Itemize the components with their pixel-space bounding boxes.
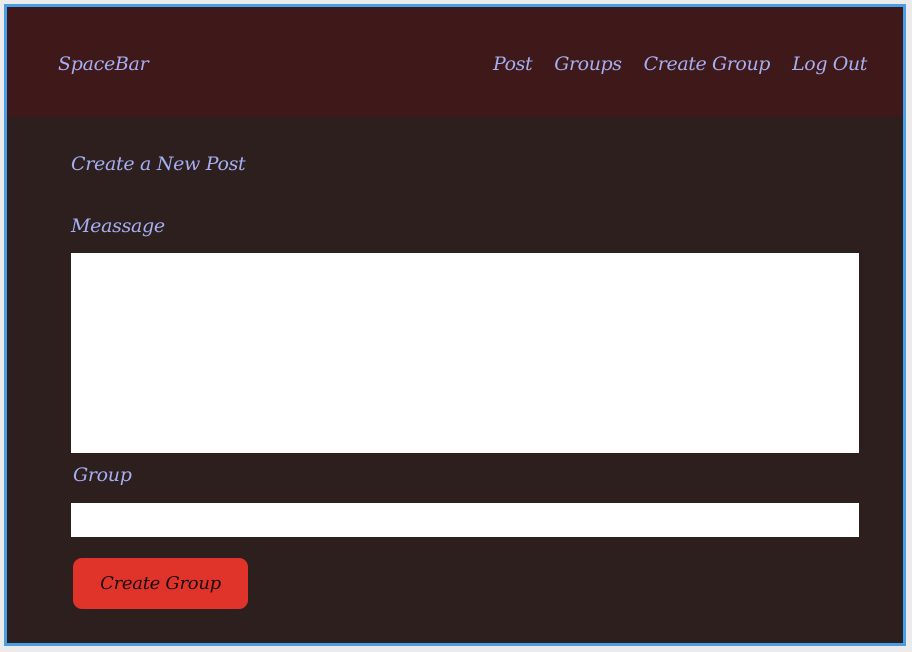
brand-logo-link[interactable]: SpaceBar — [58, 53, 149, 75]
navbar: SpaceBar Post Groups Create Group Log Ou… — [7, 7, 903, 117]
form-title: Create a New Post — [71, 153, 246, 175]
nav-link-groups[interactable]: Groups — [554, 53, 622, 75]
nav-link-post[interactable]: Post — [493, 53, 533, 75]
message-label: Meassage — [71, 215, 165, 237]
nav-links: Post Groups Create Group Log Out — [493, 53, 867, 75]
create-group-button[interactable]: Create Group — [73, 558, 248, 609]
group-label: Group — [73, 464, 132, 486]
message-textarea[interactable] — [71, 253, 859, 453]
nav-link-create-group[interactable]: Create Group — [644, 53, 771, 75]
nav-link-log-out[interactable]: Log Out — [792, 53, 867, 75]
app-window: SpaceBar Post Groups Create Group Log Ou… — [4, 4, 906, 646]
group-input[interactable] — [71, 503, 859, 537]
